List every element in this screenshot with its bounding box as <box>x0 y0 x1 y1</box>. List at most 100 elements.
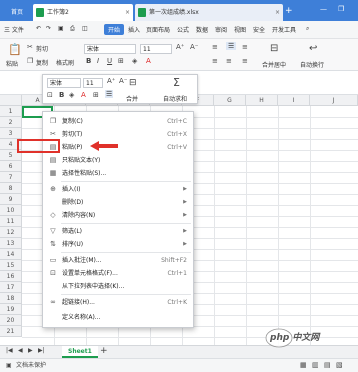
row-header[interactable]: 10 <box>0 205 22 216</box>
paste-button[interactable]: 粘贴 <box>6 59 18 68</box>
ctx-format-cells[interactable]: ⊡ 设置单元格格式(F)... Ctrl+1 <box>43 267 193 280</box>
row-header[interactable]: 8 <box>0 183 22 194</box>
align-center-icon[interactable]: ☰ <box>105 90 114 98</box>
search-icon[interactable]: ⌕ <box>306 25 309 33</box>
mini-autosum-button[interactable]: 自动求和 <box>163 94 187 103</box>
minimize-icon[interactable]: — <box>320 5 327 13</box>
font-size-select[interactable]: 11 <box>140 44 172 54</box>
bold-icon[interactable]: B <box>86 57 91 65</box>
font-color-icon[interactable]: A <box>146 57 151 65</box>
ctx-clear-contents[interactable]: ◇ 清除内容(N) ▶ <box>43 209 193 222</box>
reading-view-icon[interactable]: ▧ <box>336 359 343 372</box>
ctx-pick-from-list[interactable]: 从下拉列表中选择(K)... <box>43 280 193 293</box>
menu-developer[interactable]: 开发工具 <box>272 25 296 34</box>
row-header[interactable]: 17 <box>0 282 22 293</box>
column-header[interactable]: G <box>214 95 246 106</box>
row-header[interactable]: 6 <box>0 161 22 172</box>
menu-view[interactable]: 视图 <box>234 25 246 34</box>
row-header[interactable]: 3 <box>0 128 22 139</box>
fill-color-icon[interactable]: ◈ <box>69 91 74 99</box>
row-header[interactable]: 11 <box>0 216 22 227</box>
border-icon[interactable]: ⊞ <box>118 57 124 65</box>
shrink-font-icon[interactable]: A⁻ <box>119 77 127 85</box>
page-break-view-icon[interactable]: ▤ <box>324 359 331 372</box>
format-painter-button[interactable]: 格式刷 <box>56 58 74 67</box>
align-top-icon[interactable]: ≡ <box>212 43 218 51</box>
mini-font-size-select[interactable]: 11 <box>83 78 103 88</box>
italic-icon[interactable]: I <box>97 57 99 65</box>
font-family-select[interactable]: 宋体 <box>84 44 136 54</box>
new-tab-plus-icon[interactable]: + <box>285 6 293 16</box>
restore-icon[interactable]: ❐ <box>338 5 344 13</box>
row-header[interactable]: 19 <box>0 304 22 315</box>
last-sheet-icon[interactable]: ▶| <box>38 347 45 354</box>
align-bottom-icon[interactable]: ≡ <box>242 43 248 51</box>
ctx-paste-text-only[interactable]: ▤ 只粘贴文本(Y) <box>43 154 193 167</box>
normal-view-icon[interactable]: ▦ <box>300 359 307 372</box>
ctx-filter[interactable]: ▽ 筛选(L) ▶ <box>43 225 193 238</box>
row-header[interactable]: 16 <box>0 271 22 282</box>
next-sheet-icon[interactable]: ▶ <box>28 347 33 354</box>
home-tab[interactable]: 首页 <box>3 4 31 21</box>
merge-icon[interactable]: ⊟ <box>129 78 137 88</box>
ctx-insert-comment[interactable]: ▭ 插入批注(M)... Shift+F2 <box>43 254 193 267</box>
ctx-hyperlink[interactable]: ∞ 超链接(H)... Ctrl+K <box>43 296 193 309</box>
grow-font-icon[interactable]: A⁺ <box>107 77 115 85</box>
merge-center-icon[interactable]: ⊟ <box>270 43 278 54</box>
copy-icon[interactable]: ❐ <box>27 57 33 65</box>
row-header[interactable]: 13 <box>0 238 22 249</box>
mini-merge-button[interactable]: 合并 <box>126 94 138 103</box>
row-header[interactable]: 12 <box>0 227 22 238</box>
cut-icon[interactable]: ✂ <box>27 43 33 51</box>
align-center-icon[interactable]: ≡ <box>226 57 232 65</box>
row-header[interactable]: 20 <box>0 315 22 326</box>
column-header[interactable]: H <box>246 95 278 106</box>
select-all-corner[interactable] <box>0 95 22 106</box>
undo-icon[interactable]: ↶ <box>36 25 41 32</box>
row-header[interactable]: 7 <box>0 172 22 183</box>
column-header[interactable]: I <box>278 95 310 106</box>
close-icon[interactable]: × <box>125 4 130 21</box>
shrink-font-icon[interactable]: A⁻ <box>190 43 198 51</box>
grow-font-icon[interactable]: A⁺ <box>176 43 184 51</box>
auto-wrap-button[interactable]: 自动换行 <box>300 60 324 69</box>
align-middle-icon[interactable]: ☰ <box>226 42 237 50</box>
bold-icon[interactable]: B <box>59 91 64 99</box>
sum-icon[interactable]: Σ <box>173 76 180 89</box>
sheet-tab-sheet1[interactable]: Sheet1 <box>62 346 98 358</box>
print-icon[interactable]: ⎙ <box>70 25 75 33</box>
preview-icon[interactable]: ◫ <box>82 25 88 32</box>
tab-grades-file[interactable]: 第一次组成绩.xlsx × <box>135 4 283 21</box>
row-header[interactable]: 1 <box>0 106 22 117</box>
row-header[interactable]: 14 <box>0 249 22 260</box>
ctx-copy[interactable]: ❐ 复制(C) Ctrl+C <box>43 115 193 128</box>
row-header[interactable]: 18 <box>0 293 22 304</box>
redo-icon[interactable]: ↷ <box>46 25 51 32</box>
menu-page-layout[interactable]: 页面布局 <box>146 25 170 34</box>
menu-file[interactable]: 三 文件 <box>4 25 24 34</box>
column-header[interactable]: J <box>310 95 358 106</box>
tab-workbook2[interactable]: 工作簿2 × <box>33 4 133 21</box>
prev-sheet-icon[interactable]: ◀ <box>18 347 23 354</box>
close-icon[interactable]: × <box>275 4 280 21</box>
row-header[interactable]: 2 <box>0 117 22 128</box>
merge-center-button[interactable]: 合并居中 <box>262 60 286 69</box>
copy-button[interactable]: 复制 <box>36 58 48 67</box>
border-icon[interactable]: ⊞ <box>93 91 99 99</box>
format-cells-icon[interactable]: ⊡ <box>47 91 53 99</box>
font-color-icon[interactable]: A <box>81 91 86 99</box>
paste-icon[interactable]: 📋 <box>8 43 22 56</box>
align-right-icon[interactable]: ≡ <box>242 57 248 65</box>
page-layout-view-icon[interactable]: ▥ <box>312 359 319 372</box>
ctx-cut[interactable]: ✂ 剪切(T) Ctrl+X <box>43 128 193 141</box>
add-sheet-icon[interactable]: + <box>100 346 108 356</box>
row-header[interactable]: 15 <box>0 260 22 271</box>
cut-button[interactable]: 剪切 <box>36 44 48 53</box>
ctx-delete[interactable]: 删除(D) ▶ <box>43 196 193 209</box>
row-header[interactable]: 9 <box>0 194 22 205</box>
ctx-paste-special[interactable]: ▦ 选择性粘贴(S)... <box>43 167 193 180</box>
menu-formula[interactable]: 公式 <box>177 25 189 34</box>
align-left-icon[interactable]: ≡ <box>212 57 218 65</box>
ctx-sort[interactable]: ⇅ 排序(U) ▶ <box>43 238 193 251</box>
menu-insert[interactable]: 插入 <box>128 25 140 34</box>
